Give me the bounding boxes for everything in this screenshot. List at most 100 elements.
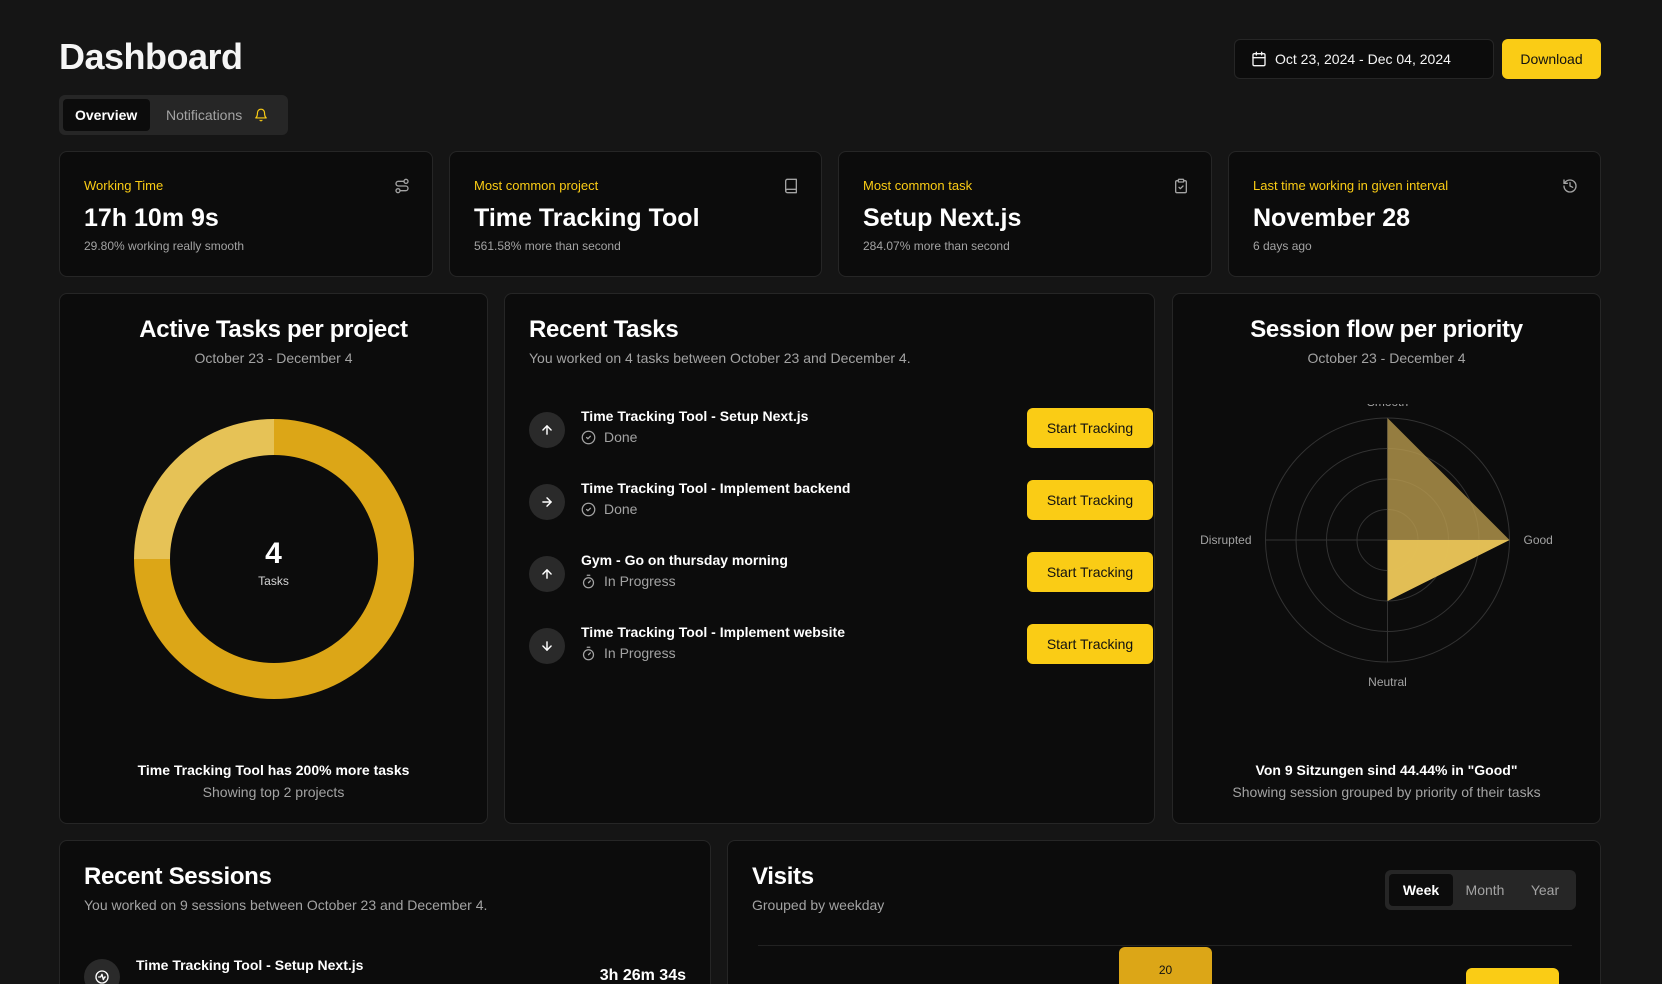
visits-range-toggle: Week Month Year <box>1385 870 1576 910</box>
priority-badge <box>529 628 565 664</box>
timer-icon <box>582 646 595 661</box>
check-circle-icon <box>581 502 596 517</box>
active-tasks-card: Active Tasks per project October 23 - De… <box>59 293 488 824</box>
stat-card-working-time: Working Time 17h 10m 9s 29.80% working r… <box>59 151 433 277</box>
activity-icon <box>95 970 109 984</box>
active-tasks-subtitle: October 23 - December 4 <box>194 350 353 366</box>
task-row: Time Tracking Tool - Implement backend D… <box>529 480 1153 528</box>
start-tracking-button[interactable]: Start Tracking <box>1027 624 1153 664</box>
timer-icon <box>582 574 595 589</box>
stat-card-common-project: Most common project Time Tracking Tool 5… <box>449 151 822 277</box>
recent-sessions-card: Recent Sessions You worked on 9 sessions… <box>59 840 711 984</box>
session-flow-footer: Von 9 Sitzungen sind 44.44% in "Good" <box>1255 762 1518 778</box>
date-range-picker[interactable]: Oct 23, 2024 - Dec 04, 2024 <box>1234 39 1494 79</box>
task-title: Time Tracking Tool - Implement website <box>581 624 845 640</box>
task-row: Time Tracking Tool - Implement website I… <box>529 624 1153 672</box>
recent-tasks-title: Recent Tasks <box>529 316 679 343</box>
session-title: Time Tracking Tool - Setup Next.js <box>136 957 364 973</box>
session-flow-subtitle: October 23 - December 4 <box>1307 350 1466 366</box>
task-row: Time Tracking Tool - Setup Next.js Done … <box>529 408 1153 456</box>
active-tasks-footer: Time Tracking Tool has 200% more tasks <box>137 762 410 778</box>
start-tracking-button[interactable]: Start Tracking <box>1027 408 1153 448</box>
arrow-up-icon <box>542 569 552 579</box>
clipboard-check-icon <box>1175 178 1187 194</box>
stat-value: Time Tracking Tool <box>474 204 700 232</box>
bell-icon <box>255 108 267 122</box>
visits-bar <box>1466 968 1559 984</box>
stat-sub: 284.07% more than second <box>863 239 1010 253</box>
range-year[interactable]: Year <box>1517 874 1573 906</box>
route-icon <box>395 178 409 194</box>
tab-overview[interactable]: Overview <box>63 99 150 131</box>
visits-subtitle: Grouped by weekday <box>752 897 885 913</box>
range-week[interactable]: Week <box>1389 874 1453 906</box>
chart-gridline <box>758 945 1572 946</box>
recent-sessions-title: Recent Sessions <box>84 863 272 890</box>
stat-label: Working Time <box>84 178 164 193</box>
stat-sub: 29.80% working really smooth <box>84 239 245 253</box>
radar-chart: Smooth Good Neutral Disrupted <box>1200 404 1553 689</box>
arrow-up-icon <box>542 425 552 435</box>
download-button[interactable]: Download <box>1502 39 1601 79</box>
start-tracking-button[interactable]: Start Tracking <box>1027 480 1153 520</box>
active-tasks-title: Active Tasks per project <box>139 316 408 343</box>
stat-card-common-task: Most common task Setup Next.js 284.07% m… <box>838 151 1212 277</box>
visits-bar: 20 <box>1119 947 1212 984</box>
calendar-icon <box>1252 51 1266 67</box>
priority-badge <box>529 412 565 448</box>
visits-bar-label: 20 <box>1158 963 1173 977</box>
session-duration: 3h 26m 34s <box>599 967 686 984</box>
arrow-down-icon <box>542 641 552 651</box>
task-status: Done <box>581 429 637 445</box>
book-icon <box>785 178 797 194</box>
task-status-label: In Progress <box>604 645 676 661</box>
tab-notifications[interactable]: Notifications <box>154 99 280 131</box>
radar-axis-label: Smooth <box>1367 404 1408 409</box>
priority-badge <box>529 484 565 520</box>
task-status-label: In Progress <box>604 573 676 589</box>
session-flow-card: Session flow per priority October 23 - D… <box>1172 293 1601 824</box>
view-tabs: Overview Notifications <box>59 95 288 135</box>
recent-tasks-card: Recent Tasks You worked on 4 tasks betwe… <box>504 293 1155 824</box>
session-flow-footer-muted: Showing session grouped by priority of t… <box>1232 784 1541 800</box>
stat-label: Most common task <box>863 178 973 193</box>
radar-series <box>1387 540 1510 601</box>
radar-axis-label: Disrupted <box>1200 533 1251 547</box>
task-status-label: Done <box>604 501 638 517</box>
stat-value: November 28 <box>1253 204 1411 232</box>
priority-badge <box>529 556 565 592</box>
donut-center-value: 4 <box>265 537 282 570</box>
stat-label: Last time working in given interval <box>1253 178 1449 193</box>
task-status: Done <box>581 501 637 517</box>
donut-center-label: Tasks <box>258 574 289 588</box>
task-title: Time Tracking Tool - Setup Next.js <box>581 408 809 424</box>
stat-label: Most common project <box>474 178 599 193</box>
history-icon <box>1563 179 1577 193</box>
stat-value: Setup Next.js <box>863 204 1022 232</box>
page-title: Dashboard <box>59 36 243 77</box>
visits-title: Visits <box>752 863 814 890</box>
check-circle-icon <box>581 430 596 445</box>
start-tracking-button[interactable]: Start Tracking <box>1027 552 1153 592</box>
recent-tasks-subtitle: You worked on 4 tasks between October 23… <box>529 350 911 366</box>
stat-sub: 561.58% more than second <box>474 239 621 253</box>
task-status: In Progress <box>581 645 676 661</box>
session-avatar <box>84 959 120 984</box>
radar-axis-label: Neutral <box>1368 675 1407 689</box>
task-title: Time Tracking Tool - Implement backend <box>581 480 851 496</box>
visits-card: Visits Grouped by weekday Week Month Yea… <box>727 840 1601 984</box>
tab-notifications-label: Notifications <box>166 107 243 123</box>
stat-value: 17h 10m 9s <box>84 204 219 232</box>
task-status-label: Done <box>604 429 638 445</box>
arrow-right-icon <box>542 497 552 507</box>
range-month[interactable]: Month <box>1453 874 1517 906</box>
stat-sub: 6 days ago <box>1253 239 1312 253</box>
task-row: Gym - Go on thursday morning In Progress… <box>529 552 1153 600</box>
active-tasks-footer-muted: Showing top 2 projects <box>202 784 345 800</box>
radar-axis-label: Good <box>1524 533 1553 547</box>
date-range-label: Oct 23, 2024 - Dec 04, 2024 <box>1275 51 1451 67</box>
task-status: In Progress <box>581 573 676 589</box>
session-flow-title: Session flow per priority <box>1250 316 1523 343</box>
recent-sessions-subtitle: You worked on 9 sessions between October… <box>84 897 488 913</box>
stat-card-last-working: Last time working in given interval Nove… <box>1228 151 1601 277</box>
